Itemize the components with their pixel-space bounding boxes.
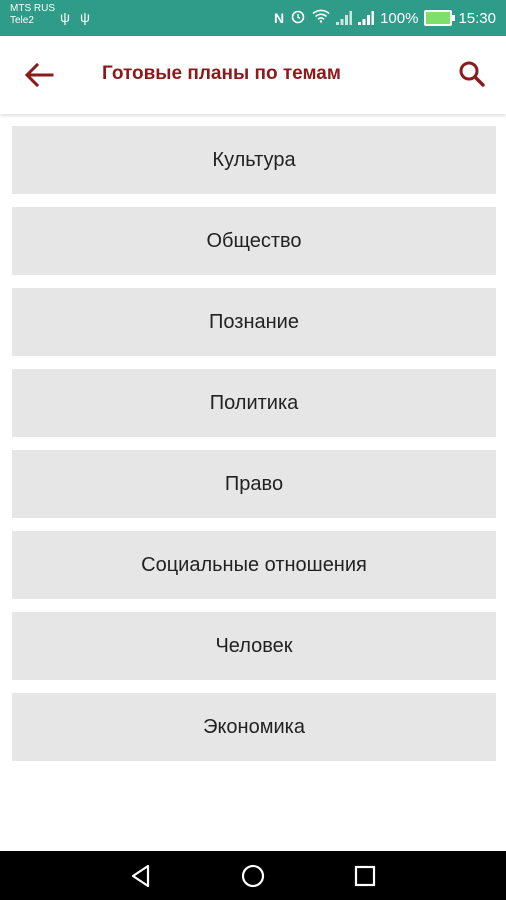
nav-back-icon[interactable]: [128, 863, 154, 889]
battery-icon: [424, 10, 456, 26]
carrier-name-1: MTS RUS: [10, 3, 55, 14]
usb-icon: ψ: [80, 9, 90, 25]
signal-icon: [336, 11, 353, 25]
system-nav-bar: [0, 851, 506, 900]
clock: 15:30: [458, 9, 496, 27]
battery-percent: 100%: [380, 9, 419, 27]
nav-home-icon[interactable]: [240, 863, 266, 889]
topic-item-social-relations[interactable]: Социальные отношения: [12, 531, 496, 599]
topic-item-human[interactable]: Человек: [12, 612, 496, 680]
status-icons: N 100% 15:30: [274, 0, 496, 36]
page-title: Готовые планы по темам: [102, 63, 341, 84]
usb-icon: ψ: [60, 9, 70, 25]
carrier-name-2: Tele2: [10, 15, 34, 26]
topic-item-economy[interactable]: Экономика: [12, 693, 496, 761]
topic-item-society[interactable]: Общество: [12, 207, 496, 275]
carrier-info: MTS RUS Tele2: [10, 3, 55, 27]
topic-list: Культура Общество Познание Политика Прав…: [12, 126, 496, 774]
nav-recents-icon[interactable]: [352, 863, 378, 889]
topic-item-cognition[interactable]: Познание: [12, 288, 496, 356]
topic-item-politics[interactable]: Политика: [12, 369, 496, 437]
topic-item-culture[interactable]: Культура: [12, 126, 496, 194]
search-icon[interactable]: [458, 60, 486, 88]
signal-icon: [358, 11, 375, 25]
status-bar: MTS RUS Tele2 ψ ψ N 100% 15:30: [0, 0, 506, 36]
wifi-icon: [312, 9, 330, 27]
topic-item-law[interactable]: Право: [12, 450, 496, 518]
nfc-icon: N: [273, 10, 285, 26]
back-arrow-icon[interactable]: [24, 62, 54, 88]
app-bar: Готовые планы по темам: [0, 36, 506, 114]
alarm-icon: [290, 8, 306, 28]
